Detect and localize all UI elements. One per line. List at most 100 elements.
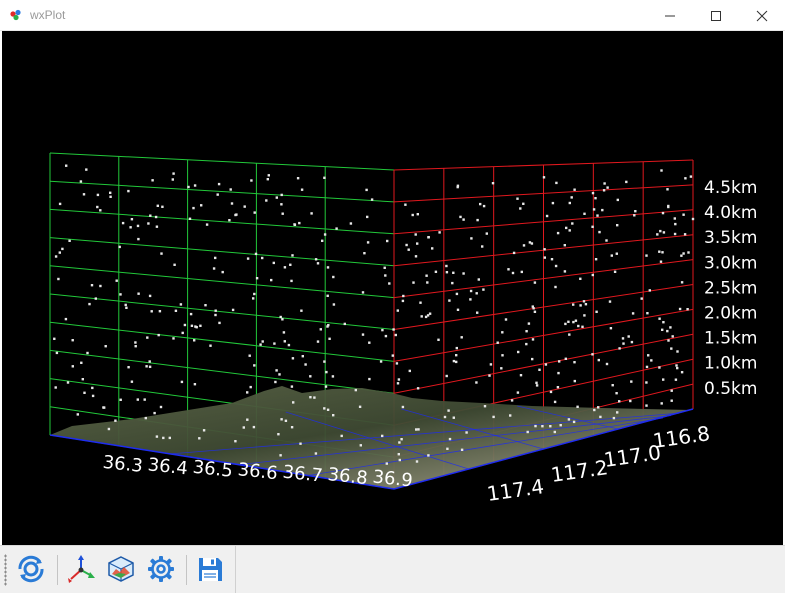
maximize-icon (711, 11, 721, 21)
data-point (326, 266, 330, 269)
data-point (281, 212, 284, 215)
data-point (54, 255, 58, 258)
data-point (279, 454, 282, 457)
data-point (249, 385, 252, 389)
save-button[interactable] (193, 552, 227, 586)
data-point (200, 204, 203, 207)
data-point (678, 307, 682, 311)
data-point (516, 197, 519, 200)
data-point (204, 304, 207, 307)
data-point (301, 355, 304, 358)
data-point (682, 213, 685, 216)
data-point (522, 244, 526, 247)
data-point (510, 399, 514, 402)
data-point (531, 338, 535, 341)
data-point (76, 413, 79, 416)
data-point (136, 224, 140, 228)
data-point (168, 436, 171, 440)
wall-grid-line (49, 152, 395, 171)
minimize-button[interactable] (647, 0, 693, 31)
data-point (370, 198, 374, 201)
data-point (670, 399, 673, 402)
data-point (554, 285, 557, 289)
data-point (481, 245, 484, 248)
data-point (445, 271, 449, 274)
y-axis-tick-label: 117.4 (485, 474, 545, 506)
axes-button[interactable] (64, 552, 98, 586)
data-point (148, 294, 152, 298)
data-point (579, 277, 582, 280)
bounding-box-button[interactable] (104, 552, 138, 586)
data-point (544, 363, 548, 366)
plot-viewport[interactable]: 4.5km 4.0km 3.5km 3.0km 2.5km 2.0km 1.5km 1.0km… (2, 31, 783, 545)
data-point (427, 454, 430, 457)
y-axis-tick-label: 117.0 (602, 440, 662, 472)
data-point (445, 264, 448, 268)
data-point (573, 188, 576, 191)
data-point (553, 430, 556, 434)
data-point (363, 252, 366, 255)
data-point (633, 214, 636, 217)
data-point (414, 255, 418, 258)
data-point (419, 301, 422, 304)
settings-button[interactable] (144, 552, 178, 586)
data-point (673, 217, 676, 220)
data-point (287, 343, 291, 347)
3d-scatter-plot[interactable]: 4.5km 4.0km 3.5km 3.0km 2.5km 2.0km 1.5km 1.0km… (2, 31, 783, 545)
data-point (622, 342, 625, 345)
data-point (242, 426, 245, 429)
data-point (80, 361, 83, 364)
data-point (96, 193, 100, 197)
data-point (676, 366, 679, 370)
data-point (572, 320, 575, 324)
data-point (533, 310, 537, 313)
data-point (154, 215, 158, 219)
data-point (270, 278, 273, 282)
data-point (462, 272, 465, 275)
data-point (551, 201, 555, 205)
data-point (682, 252, 685, 255)
cube-icon (108, 556, 134, 582)
data-point (300, 309, 303, 312)
toolbar-grip[interactable] (4, 554, 7, 586)
maximize-button[interactable] (693, 0, 739, 31)
data-point (147, 222, 150, 225)
data-point (291, 357, 295, 360)
data-point (591, 353, 594, 356)
data-point (79, 180, 83, 183)
data-point (553, 400, 557, 404)
data-point (656, 233, 659, 236)
data-point (386, 239, 389, 243)
data-point (129, 226, 132, 229)
close-button[interactable] (739, 0, 785, 31)
data-point (469, 298, 472, 301)
data-point (148, 365, 152, 368)
data-point (618, 347, 621, 350)
data-point (658, 366, 661, 369)
data-point (630, 340, 634, 344)
data-point (686, 308, 689, 311)
data-point (571, 222, 574, 225)
data-point (647, 354, 650, 357)
data-point (667, 339, 670, 342)
data-point (483, 405, 487, 408)
data-point (246, 418, 249, 421)
data-point (254, 252, 258, 256)
y-axis-tick-label: 117.2 (549, 455, 609, 487)
data-point (278, 373, 281, 376)
data-point (284, 419, 288, 422)
data-point (266, 178, 269, 181)
data-point (615, 252, 618, 255)
rotate-view-button[interactable] (14, 552, 48, 586)
data-point (55, 351, 59, 355)
data-point (261, 340, 264, 343)
data-point (574, 319, 578, 322)
x-axis-tick-label: 36.4 (147, 454, 189, 479)
data-point (593, 408, 596, 412)
data-point (299, 442, 302, 445)
data-point (437, 338, 440, 341)
data-point (645, 365, 649, 369)
data-point (127, 366, 130, 369)
wall-grid-line (49, 237, 395, 267)
data-point (395, 362, 399, 365)
